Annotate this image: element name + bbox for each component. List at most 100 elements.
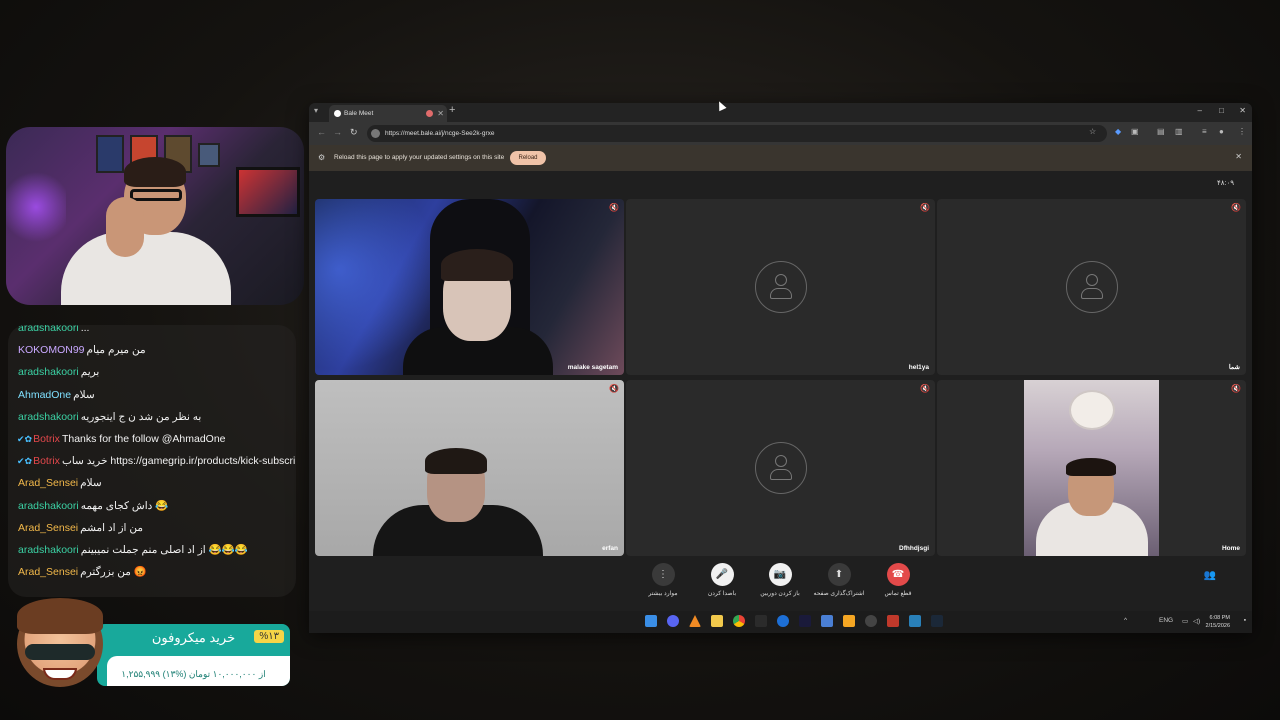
tab-search-icon[interactable]: ▾: [314, 106, 318, 115]
language-indicator[interactable]: ENG: [1159, 617, 1173, 624]
discount-badge: %۱۳: [254, 630, 284, 643]
monitor: [236, 167, 300, 217]
maximize-button[interactable]: □: [1219, 106, 1224, 115]
chrome-icon[interactable]: [733, 615, 745, 627]
url-input[interactable]: https://meet.bale.ai/j/ncge-See2k-grxe: [367, 125, 1107, 142]
avatar-placeholder-icon: [754, 261, 807, 313]
tab-bale-meet[interactable]: Bale Meet ✕: [329, 105, 447, 122]
chat-message: ✔✿Botrix خرید ساب https://gamegrip.ir/pro…: [17, 455, 296, 468]
start-icon[interactable]: [645, 615, 657, 627]
chat-message: ✔✿Botrix Thanks for the follow @AhmadOne: [17, 432, 226, 445]
reload-icon[interactable]: ↻: [350, 127, 358, 138]
participant-tile[interactable]: 🔇 hel1ya: [626, 199, 935, 375]
control-label: باصدا کردن: [707, 591, 737, 597]
avatar-placeholder-icon: [1065, 261, 1118, 313]
infobar-close-icon[interactable]: ✕: [1235, 152, 1242, 161]
mic-muted-icon: 🔇: [920, 203, 930, 212]
participant-hair: [1066, 458, 1116, 476]
control-label: قطع تماس: [884, 591, 912, 597]
new-tab-button[interactable]: +: [449, 104, 455, 116]
browser-window: ▾ Bale Meet ✕ + – □ ✕ ← → ↻ https://meet…: [309, 103, 1252, 633]
streamer-hand: [106, 197, 144, 257]
clock[interactable]: 6:08 PM 2/15/2026: [1206, 614, 1230, 630]
chat-message: aradshakoori به نظر من شد ن ج اینجوریه: [18, 410, 202, 423]
participant-hair: [441, 249, 513, 281]
app-icon[interactable]: [887, 615, 899, 627]
wall-light: [6, 167, 66, 247]
discord-icon[interactable]: [667, 615, 679, 627]
share-screen-button[interactable]: ⬆ اشتراک‌گذاری صفحه: [809, 563, 869, 597]
participant-tile[interactable]: 🔇 شما: [937, 199, 1246, 375]
vlc-icon[interactable]: [689, 615, 701, 627]
chat-message: Arad_Sensei من از اد امشم: [18, 521, 143, 534]
hang-up-button[interactable]: ☎ قطع تماس: [868, 563, 928, 597]
close-window-button[interactable]: ✕: [1239, 106, 1246, 115]
participant-name: Home: [1221, 545, 1240, 552]
network-icon[interactable]: ▭: [1182, 617, 1188, 625]
mic-muted-icon: 🔇: [1231, 384, 1241, 393]
reload-infobar: ⚙ Reload this page to apply your updated…: [309, 145, 1252, 171]
chat-message: aradshakoori داش کجای مهمه 😂: [18, 499, 169, 512]
extension-icon[interactable]: ≡: [1202, 127, 1207, 136]
call-timer: ۴۸:۰۹: [1217, 180, 1234, 187]
participant-name: erfan: [602, 545, 618, 552]
tab-close-icon[interactable]: ✕: [437, 105, 444, 122]
meeting-area: ۴۸:۰۹ 🔇 malake sagetam 🔇 hel1ya 🔇 شما 🔇 …: [309, 171, 1252, 633]
avatar-hair: [17, 598, 103, 634]
minimize-button[interactable]: –: [1198, 106, 1202, 115]
share-screen-icon: ⬆: [827, 563, 851, 586]
address-bar-row: ← → ↻ https://meet.bale.ai/j/ncge-See2k-…: [309, 122, 1252, 145]
windows-taskbar: ^ ENG ▭ ◁) 6:08 PM 2/15/2026 ▪: [309, 611, 1252, 633]
streamer-webcam: [6, 127, 304, 305]
reload-button[interactable]: Reload: [510, 151, 546, 165]
app-icon[interactable]: [799, 615, 811, 627]
extension-icon[interactable]: ▥: [1175, 127, 1183, 136]
participant-tile[interactable]: 🔇 Home: [937, 380, 1246, 556]
participant-hair: [425, 448, 487, 474]
tab-title: Bale Meet: [344, 110, 374, 117]
app-icon[interactable]: [843, 615, 855, 627]
extension-icon[interactable]: ◆: [1115, 127, 1121, 136]
chat-message: Arad_Sensei سلام: [18, 477, 102, 490]
streamer-glasses: [130, 189, 182, 201]
extension-icon[interactable]: ▤: [1157, 127, 1165, 136]
url-text: https://meet.bale.ai/j/ncge-See2k-grxe: [385, 130, 495, 137]
steam-icon[interactable]: [931, 615, 943, 627]
app-icon[interactable]: [865, 615, 877, 627]
mic-off-icon: 🎤: [710, 563, 734, 586]
participant-tile[interactable]: 🔇 Dfhhdjsgi: [626, 380, 935, 556]
chat-message: aradshakoori...: [18, 325, 90, 334]
participant-name: hel1ya: [908, 364, 929, 371]
app-icon[interactable]: [821, 615, 833, 627]
forward-icon[interactable]: →: [333, 127, 342, 137]
menu-dots-icon[interactable]: ⋮: [1238, 127, 1246, 136]
app-icon[interactable]: [755, 615, 767, 627]
bookmark-star-icon[interactable]: ☆: [1089, 127, 1096, 136]
bale-favicon-icon: [334, 110, 341, 117]
mic-muted-icon: 🔇: [920, 384, 930, 393]
participant-tile[interactable]: 🔇 erfan: [315, 380, 624, 556]
turn-on-camera-button[interactable]: 📷 باز کردن دوربین: [750, 563, 810, 597]
file-explorer-icon[interactable]: [711, 615, 723, 627]
notification-icon[interactable]: ▪: [1244, 617, 1246, 624]
unmute-button[interactable]: 🎤 باصدا کردن: [692, 563, 752, 597]
app-icon[interactable]: [777, 615, 789, 627]
extension-icon[interactable]: ▣: [1131, 127, 1139, 136]
more-options-button[interactable]: ⋮ موارد بیشتر: [633, 563, 693, 597]
participant-tile[interactable]: 🔇 malake sagetam: [315, 199, 624, 375]
participants-icon[interactable]: 👥: [1204, 570, 1216, 581]
volume-icon[interactable]: ◁): [1193, 617, 1200, 625]
more-vert-icon: ⋮: [651, 563, 675, 586]
app-icon[interactable]: [909, 615, 921, 627]
back-icon[interactable]: ←: [317, 127, 326, 137]
ceiling-lamp: [1069, 390, 1115, 430]
control-label: موارد بیشتر: [648, 591, 678, 597]
settings-gear-icon: ⚙: [318, 153, 326, 162]
control-label: اشتراک‌گذاری صفحه: [813, 591, 865, 597]
call-controls: ⋮ موارد بیشتر 🎤 باصدا کردن 📷 باز کردن دو…: [309, 563, 1252, 603]
profile-icon[interactable]: ●: [1219, 127, 1224, 136]
poster: [198, 143, 220, 167]
chat-message: aradshakoori بریم: [18, 366, 100, 379]
site-info-icon[interactable]: [371, 129, 380, 138]
tray-chevron-icon[interactable]: ^: [1124, 617, 1127, 624]
